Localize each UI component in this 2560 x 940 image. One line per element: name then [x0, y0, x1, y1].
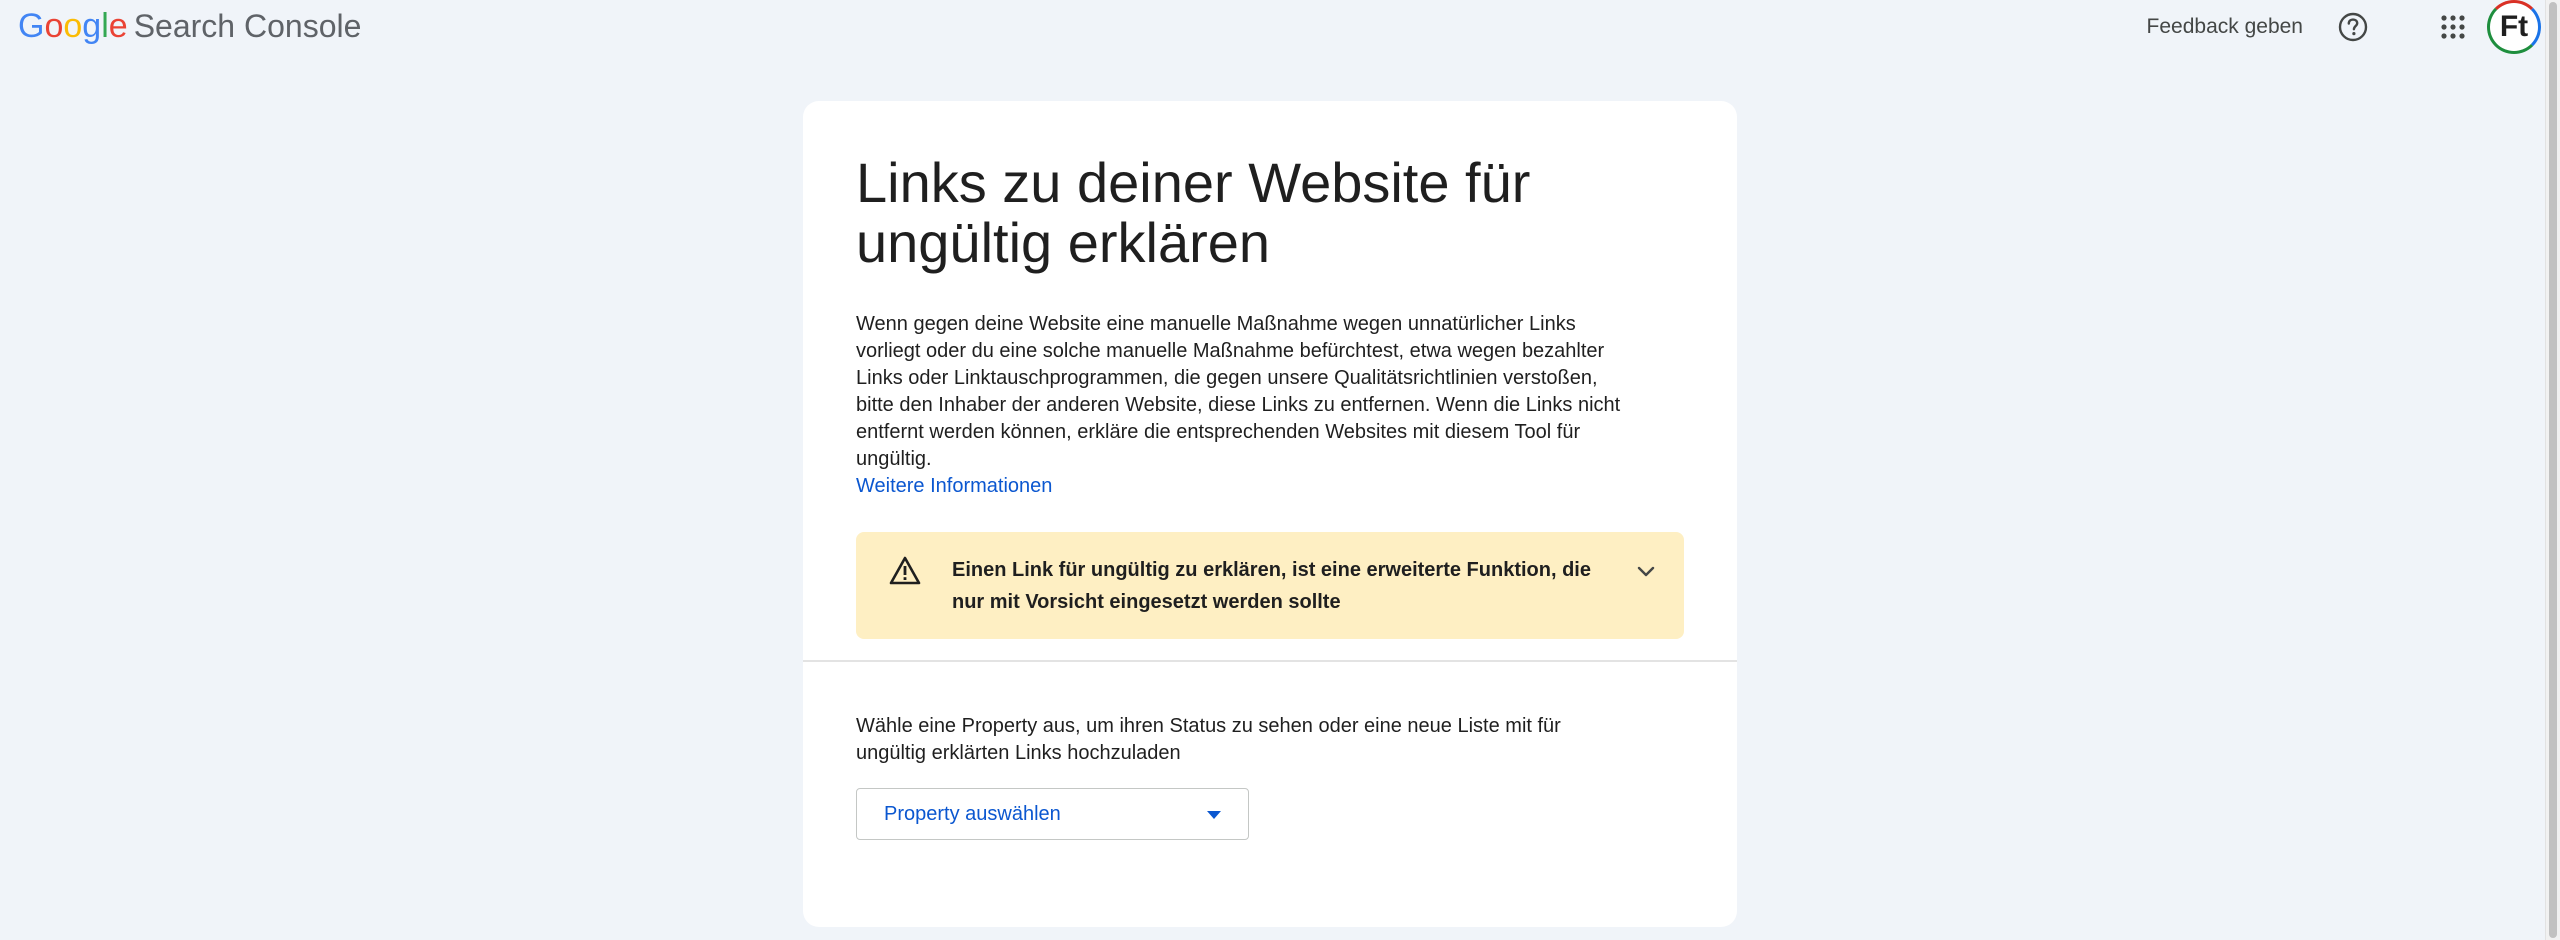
logo-letter: l: [101, 7, 109, 45]
help-button[interactable]: [2331, 5, 2375, 49]
page-scrollbar[interactable]: [2545, 0, 2560, 940]
scrollbar-thumb[interactable]: [2549, 2, 2557, 938]
product-name: Search Console: [133, 8, 362, 44]
disavow-card: Links zu deiner Website für ungültig erk…: [803, 101, 1737, 927]
select-prompt-text: Wähle eine Property aus, um ihren Status…: [856, 715, 1561, 764]
warning-banner[interactable]: Einen Link für ungültig zu erklären, ist…: [856, 532, 1684, 639]
property-select-dropdown[interactable]: Property auswählen: [856, 788, 1249, 840]
logo-letter: o: [63, 7, 83, 45]
apps-button[interactable]: [2431, 5, 2475, 49]
avatar-initials: Ft: [2499, 10, 2529, 43]
description-text: Wenn gegen deine Website eine manuelle M…: [856, 311, 1636, 500]
warning-triangle-icon: [889, 556, 921, 585]
section-divider: [803, 660, 1737, 662]
logo-letter: o: [44, 7, 64, 45]
feedback-button[interactable]: Feedback geben: [2147, 15, 2303, 39]
logo-letter: e: [108, 7, 128, 45]
more-info-link[interactable]: Weitere Informationen: [856, 473, 1052, 500]
page-title: Links zu deiner Website für ungültig erk…: [856, 151, 1531, 274]
logo-letter: G: [18, 7, 45, 45]
chevron-down-icon[interactable]: [1632, 558, 1660, 586]
logo-letter: g: [82, 7, 102, 45]
header-actions: Feedback geben Ft: [2147, 0, 2545, 54]
property-select-label: Property auswählen: [884, 802, 1061, 825]
account-avatar[interactable]: Ft: [2487, 0, 2541, 54]
google-wordmark: Google: [18, 6, 128, 46]
apps-grid-icon: [2441, 15, 2465, 39]
app-header: Google Search Console Feedback geben Ft: [0, 0, 2545, 54]
search-console-logo[interactable]: Google Search Console: [18, 6, 361, 46]
description-body: Wenn gegen deine Website eine manuelle M…: [856, 313, 1621, 470]
warning-text: Einen Link für ungültig zu erklären, ist…: [952, 559, 1591, 613]
property-section: Wähle eine Property aus, um ihren Status…: [856, 713, 1676, 840]
card-intro-section: Links zu deiner Website für ungültig erk…: [803, 101, 1737, 661]
dropdown-arrow-icon: [1207, 811, 1221, 819]
help-circle-icon: [2338, 12, 2368, 42]
